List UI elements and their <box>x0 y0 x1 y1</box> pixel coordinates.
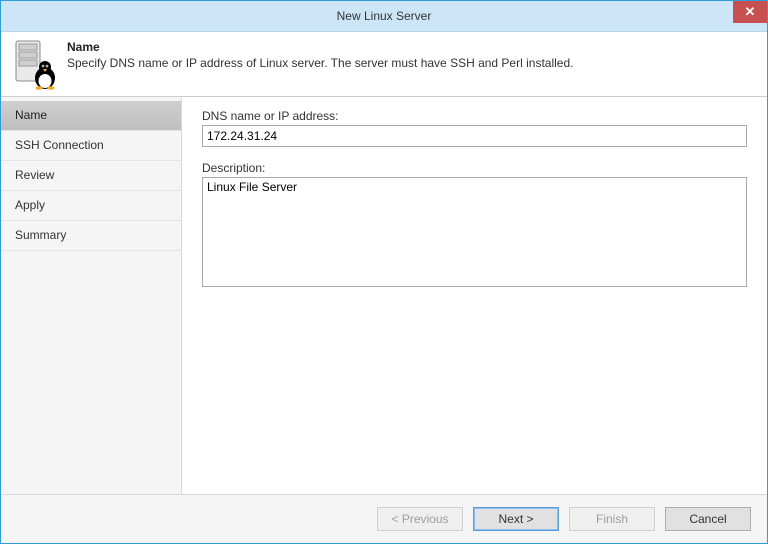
sidebar-item-label: Apply <box>15 198 45 212</box>
wizard-window: New Linux Server ✕ <box>0 0 768 544</box>
close-icon: ✕ <box>745 4 756 20</box>
wizard-body: Name SSH Connection Review Apply Summary… <box>1 97 767 494</box>
sidebar-item-ssh[interactable]: SSH Connection <box>1 131 181 161</box>
header-description: Specify DNS name or IP address of Linux … <box>67 56 573 70</box>
sidebar-item-label: Summary <box>15 228 66 242</box>
sidebar-item-label: SSH Connection <box>15 138 104 152</box>
finish-button: Finish <box>569 507 655 531</box>
dns-label: DNS name or IP address: <box>202 109 747 123</box>
linux-server-icon <box>15 40 57 88</box>
wizard-header: Name Specify DNS name or IP address of L… <box>1 32 767 97</box>
wizard-steps-sidebar: Name SSH Connection Review Apply Summary <box>1 97 182 494</box>
sidebar-item-name[interactable]: Name <box>1 101 181 131</box>
sidebar-item-label: Review <box>15 168 54 182</box>
description-textarea[interactable] <box>202 177 747 287</box>
wizard-content: DNS name or IP address: Description: <box>182 97 767 494</box>
cancel-button[interactable]: Cancel <box>665 507 751 531</box>
dns-input[interactable] <box>202 125 747 147</box>
button-label: < Previous <box>391 512 448 526</box>
close-button[interactable]: ✕ <box>733 1 767 23</box>
button-label: Finish <box>596 512 628 526</box>
previous-button: < Previous <box>377 507 463 531</box>
header-title: Name <box>67 40 573 54</box>
button-label: Cancel <box>689 512 726 526</box>
next-button[interactable]: Next > <box>473 507 559 531</box>
title-bar: New Linux Server ✕ <box>1 1 767 32</box>
window-title: New Linux Server <box>337 9 432 23</box>
sidebar-item-apply[interactable]: Apply <box>1 191 181 221</box>
sidebar-item-label: Name <box>15 108 47 122</box>
description-label: Description: <box>202 161 747 175</box>
sidebar-item-review[interactable]: Review <box>1 161 181 191</box>
sidebar-item-summary[interactable]: Summary <box>1 221 181 251</box>
header-text: Name Specify DNS name or IP address of L… <box>67 40 573 70</box>
button-label: Next > <box>498 512 533 526</box>
wizard-footer: < Previous Next > Finish Cancel <box>1 494 767 543</box>
